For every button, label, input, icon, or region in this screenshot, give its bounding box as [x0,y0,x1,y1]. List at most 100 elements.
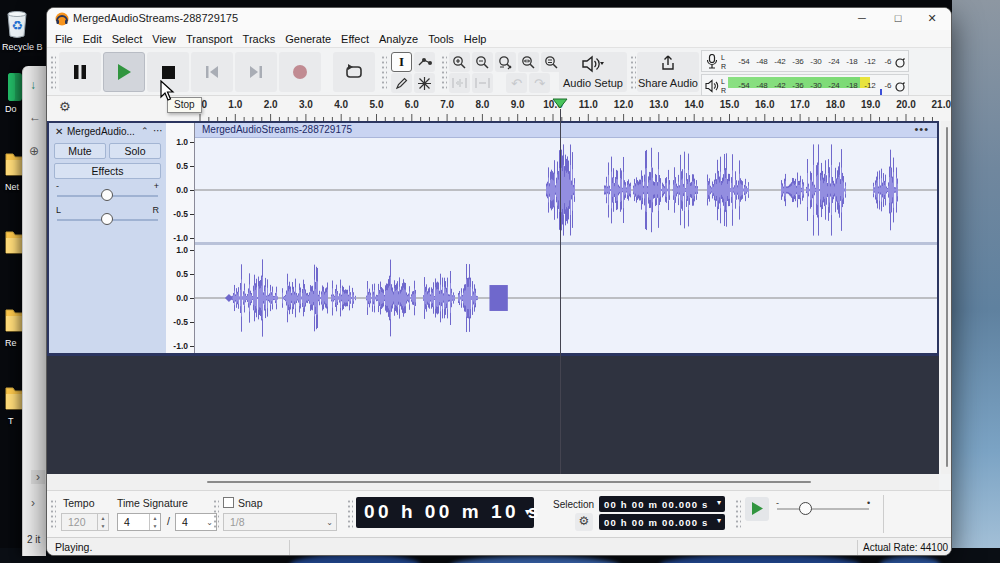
scale-label: -1.0 [173,341,188,351]
minimize-button[interactable]: ─ [845,8,879,30]
meter-scale-label: -6 [884,57,891,66]
loop-button[interactable] [333,52,375,92]
meter-scale-label: -54 [738,81,750,90]
meter-scale-label: -24 [828,81,840,90]
playback-meter[interactable]: L R -54-48-42-36-30-24-18-12-6 [701,74,909,96]
svg-text:♻: ♻ [11,18,23,33]
undo-button[interactable]: ↶ [506,73,527,93]
time-display-caret-icon[interactable]: ▾ [525,506,530,517]
playback-speed-knob[interactable] [799,502,812,515]
pause-button[interactable] [59,52,101,92]
waveform-channel-right[interactable] [195,245,937,353]
effects-button[interactable]: Effects [54,163,161,179]
skip-to-start-button[interactable] [191,52,233,92]
clip-title: MergedAudioStreams-288729175 [202,124,352,135]
gain-slider-knob[interactable] [101,189,113,201]
recording-meter[interactable]: L R -54-48-42-36-30-24-18-12-6 [701,50,909,72]
menu-view[interactable]: View [147,33,181,45]
silence-audio-button[interactable] [472,73,493,93]
timesig-lower-select[interactable]: 4 ⌄ [175,513,217,531]
zoom-fit-button[interactable] [518,52,539,72]
menu-generate[interactable]: Generate [280,33,336,45]
menu-help[interactable]: Help [459,33,492,45]
chevron-icon[interactable]: › [31,496,35,510]
snap-checkbox[interactable] [223,497,234,508]
selection-settings-gear-icon[interactable]: ⚙ [575,513,593,531]
speed-slider-min-label: - [776,498,779,508]
track-name[interactable]: MergedAudio... [67,126,135,137]
selection-end-field[interactable]: 00 h 00 m 00.000 s▾ [599,514,725,530]
vertical-scale-ruler: 1.01.00.50.50.00.0-0.5-0.5-1.0-1.0 [166,123,195,353]
menu-edit[interactable]: Edit [78,33,107,45]
file-explorer-window[interactable]: ↓ ← ⊕ › › 2 it [22,66,46,556]
menu-transport[interactable]: Transport [181,33,238,45]
skip-to-end-button[interactable] [235,52,277,92]
horizontal-scrollbar-thumb[interactable] [207,481,811,483]
title-bar[interactable]: MergedAudioStreams-288729175 ─ □ ✕ [47,8,951,30]
menu-effect[interactable]: Effect [336,33,374,45]
selection-start-field[interactable]: 00 h 00 m 00.000 s▾ [599,496,725,512]
play-at-speed-button[interactable] [745,497,769,521]
playback-peak-tick [880,89,882,95]
solo-button[interactable]: Solo [109,143,161,159]
back-arrow-icon[interactable]: ← [29,110,41,124]
scale-label: -0.5 [173,317,188,327]
track-collapse-icon[interactable]: ⌃ [141,126,149,136]
track-menu-icon[interactable]: ⋯ [153,125,163,136]
download-icon[interactable]: ↓ [30,78,36,92]
pan-slider-knob[interactable] [101,213,113,225]
bottom-toolbar: Tempo 120 ▲▼ Time Signature 4 ▲▼ / 4 ⌄ S… [47,490,951,537]
vertical-scrollbar-thumb[interactable] [946,127,948,467]
share-audio-button[interactable]: Share Audio [637,52,699,92]
tempo-input[interactable]: 120 ▲▼ [61,513,109,531]
waveform-channel-left[interactable] [195,138,937,242]
redo-button[interactable]: ↷ [529,73,550,93]
time-signature-label: Time Signature [117,497,188,509]
gain-minus-label: - [56,181,59,191]
share-icon [659,54,677,72]
scale-label: 0.5 [176,269,188,279]
zoom-out-button[interactable] [472,52,493,72]
add-tab-icon[interactable]: ⊕ [29,144,39,158]
meter-scale-label: -12 [864,57,876,66]
audio-setup-button[interactable]: Audio Setup [559,52,627,92]
menu-analyze[interactable]: Analyze [374,33,423,45]
playback-speed-slider[interactable] [777,508,869,510]
chevron-icon[interactable]: › [31,470,45,484]
meter-channel-label: L [721,78,725,85]
envelope-tool-button[interactable] [414,52,435,72]
snap-value-select[interactable]: 1/8 ⌄ [223,513,337,531]
desktop: ♻ Recycle B Do Net Re T ↓ ← ⊕ › › 2 it [0,0,1000,563]
menu-select[interactable]: Select [107,33,148,45]
track-control-panel: ✕ MergedAudio... ⌃ ⋯ Mute Solo Effects -… [49,123,166,353]
selection-tool-button[interactable]: I [391,52,412,72]
trim-audio-button[interactable] [449,73,470,93]
vertical-scrollbar[interactable] [941,121,952,474]
scale-label: 0.0 [176,185,188,195]
horizontal-scrollbar[interactable] [47,474,939,490]
timesig-upper-input[interactable]: 4 ▲▼ [117,513,161,531]
menu-tools[interactable]: Tools [423,33,459,45]
playhead-marker[interactable] [552,98,568,109]
menu-file[interactable]: File [50,33,78,45]
speaker-small-icon [705,79,719,93]
zoom-selection-button[interactable] [495,52,516,72]
record-button[interactable] [279,52,321,92]
meter-scale-label: -18 [846,81,858,90]
maximize-button[interactable]: □ [881,8,915,30]
recycle-bin-icon[interactable]: ♻ [4,6,30,40]
waveform-area[interactable]: MergedAudioStreams-288729175 ••• [195,123,937,353]
close-button[interactable]: ✕ [915,8,949,30]
zoom-in-button[interactable] [449,52,470,72]
menu-tracks[interactable]: Tracks [238,33,281,45]
wallpaper-right [952,0,1000,563]
draw-tool-button[interactable] [391,73,412,93]
clip-menu-icon[interactable]: ••• [914,123,929,135]
track-close-icon[interactable]: ✕ [55,126,63,137]
play-button[interactable] [103,52,145,92]
meter-channel-label: L [721,54,725,61]
audio-position-display[interactable]: 00 h 00 m 10 s ▾ [356,497,534,528]
mute-button[interactable]: Mute [54,143,106,159]
clip-header[interactable]: MergedAudioStreams-288729175 ••• [195,123,937,138]
multi-tool-button[interactable] [414,73,435,93]
